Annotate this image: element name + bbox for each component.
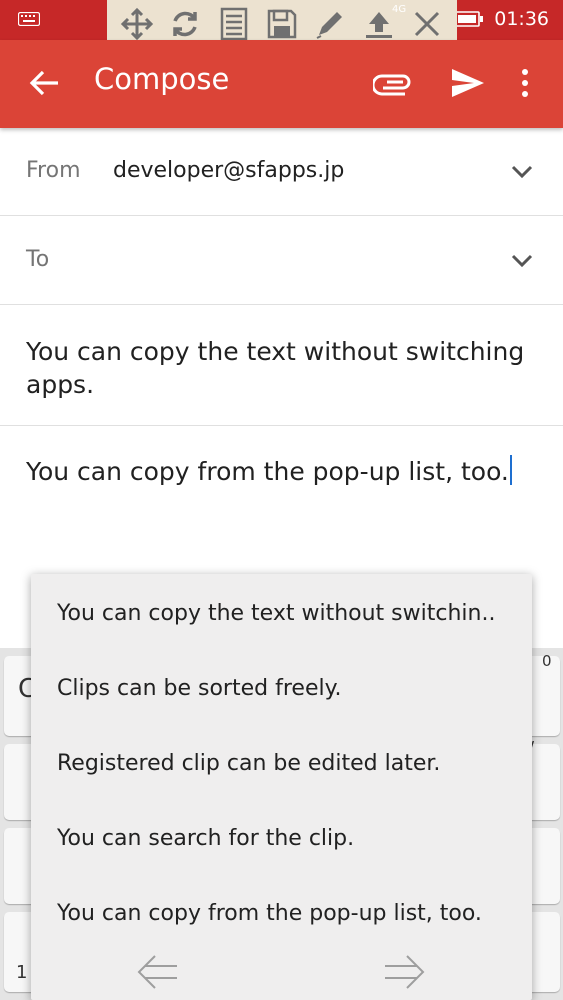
network-type-label: 4G [392, 4, 407, 15]
clip-item[interactable]: You can copy from the pop-up list, too. [57, 901, 482, 926]
body-text: You can copy from the pop-up list, too. [26, 457, 509, 486]
from-account[interactable]: developer@sfapps.jp [113, 158, 344, 183]
to-row[interactable]: To [0, 216, 563, 305]
clip-popup: You can copy the text without switchin..… [31, 574, 532, 1000]
to-label: To [26, 247, 50, 272]
chevron-down-icon[interactable] [511, 165, 533, 179]
body-field[interactable]: You can copy from the pop-up list, too. [26, 455, 512, 486]
back-arrow-icon[interactable] [28, 66, 62, 100]
keyboard-icon [18, 12, 40, 26]
save-icon[interactable] [265, 7, 299, 41]
battery-icon [454, 11, 484, 27]
compose-app-bar: Compose [0, 40, 563, 128]
attach-icon[interactable] [373, 68, 413, 98]
refresh-icon[interactable] [168, 7, 202, 41]
subject-text: You can copy the text without switching … [26, 337, 525, 399]
subject-field[interactable]: You can copy the text without switching … [0, 305, 563, 426]
page-title: Compose [94, 62, 230, 96]
status-time: 01:36 [494, 8, 549, 30]
previous-page-arrow-icon[interactable] [135, 952, 179, 992]
from-row[interactable]: From developer@sfapps.jp [0, 128, 563, 216]
clip-item[interactable]: You can copy the text without switchin.. [57, 601, 495, 626]
clip-item[interactable]: Registered clip can be edited later. [57, 751, 440, 776]
list-icon[interactable] [217, 7, 251, 41]
clip-item[interactable]: Clips can be sorted freely. [57, 676, 341, 701]
move-icon[interactable] [120, 7, 154, 41]
next-page-arrow-icon[interactable] [383, 952, 427, 992]
edit-icon[interactable] [313, 7, 347, 41]
upload-icon[interactable] [362, 7, 396, 41]
clip-item[interactable]: You can search for the clip. [57, 826, 354, 851]
from-label: From [26, 158, 81, 183]
key-label: 0 [542, 652, 552, 670]
key-label: 1 [16, 962, 28, 983]
more-options-icon[interactable] [516, 66, 534, 100]
chevron-down-icon[interactable] [511, 254, 533, 268]
send-icon[interactable] [450, 66, 486, 100]
close-icon[interactable] [410, 7, 444, 41]
text-cursor [509, 455, 512, 485]
